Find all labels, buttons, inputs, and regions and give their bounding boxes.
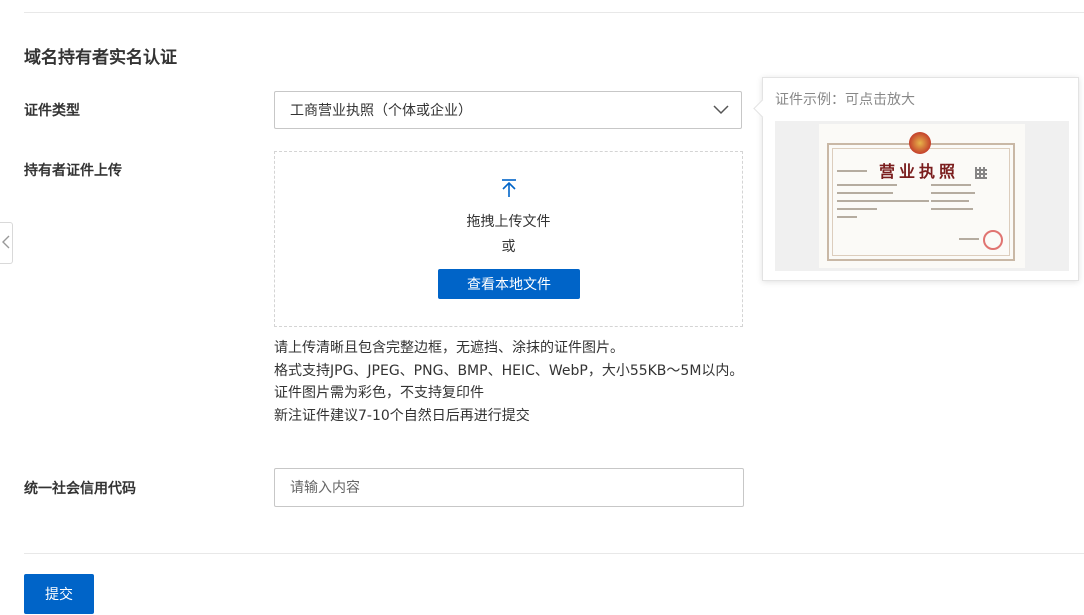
chevron-left-icon xyxy=(2,234,10,253)
upload-dropzone[interactable]: 拖拽上传文件 或 查看本地文件 xyxy=(274,151,743,327)
upload-hint: 请上传清晰且包含完整边框，无遮挡、涂抹的证件图片。 xyxy=(274,340,624,356)
section-title: 域名持有者实名认证 xyxy=(24,48,177,68)
upload-hint: 格式支持JPG、JPEG、PNG、BMP、HEIC、WebP，大小55KB～5M… xyxy=(274,362,744,379)
or-text: 或 xyxy=(501,239,516,255)
example-popover: 证件示例：可点击放大 营业执照 xyxy=(753,77,1079,281)
cert-type-label: 证件类型 xyxy=(24,103,80,119)
credit-code-label: 统一社会信用代码 xyxy=(24,481,136,497)
top-divider xyxy=(24,12,1084,13)
upload-hint: 证件图片需为彩色，不支持复印件 xyxy=(274,385,484,401)
credit-code-input[interactable] xyxy=(274,468,744,507)
cert-type-selected-value: 工商营业执照（个体或企业） xyxy=(290,103,472,119)
collapse-panel-button[interactable] xyxy=(0,222,13,264)
example-title: 证件示例：可点击放大 xyxy=(775,92,915,108)
upload-hints: 请上传清晰且包含完整边框，无遮挡、涂抹的证件图片。 格式支持JPG、JPEG、P… xyxy=(274,337,744,427)
example-license-image[interactable]: 营业执照 xyxy=(775,121,1069,271)
submit-button[interactable]: 提交 xyxy=(24,574,94,614)
bottom-divider xyxy=(24,553,1084,554)
browse-local-file-button[interactable]: 查看本地文件 xyxy=(438,269,580,299)
cert-type-select[interactable]: 工商营业执照（个体或企业） xyxy=(274,91,742,129)
chevron-down-icon xyxy=(701,91,741,129)
popover-arrow xyxy=(753,99,772,118)
domain-verification-page: 域名持有者实名认证 证件类型 工商营业执照（个体或企业） 持有者证件上传 拖拽上… xyxy=(0,0,1084,615)
national-emblem-icon xyxy=(909,132,931,154)
upload-arrow-icon xyxy=(499,178,519,198)
license-paper: 营业执照 xyxy=(819,124,1025,268)
upload-label: 持有者证件上传 xyxy=(24,163,122,179)
license-title: 营业执照 xyxy=(879,162,960,181)
upload-hint: 新注证件建议7-10个自然日后再进行提交 xyxy=(274,407,530,424)
qr-code-icon xyxy=(975,167,987,179)
official-seal-icon xyxy=(983,230,1003,250)
drag-upload-text: 拖拽上传文件 xyxy=(466,214,551,230)
